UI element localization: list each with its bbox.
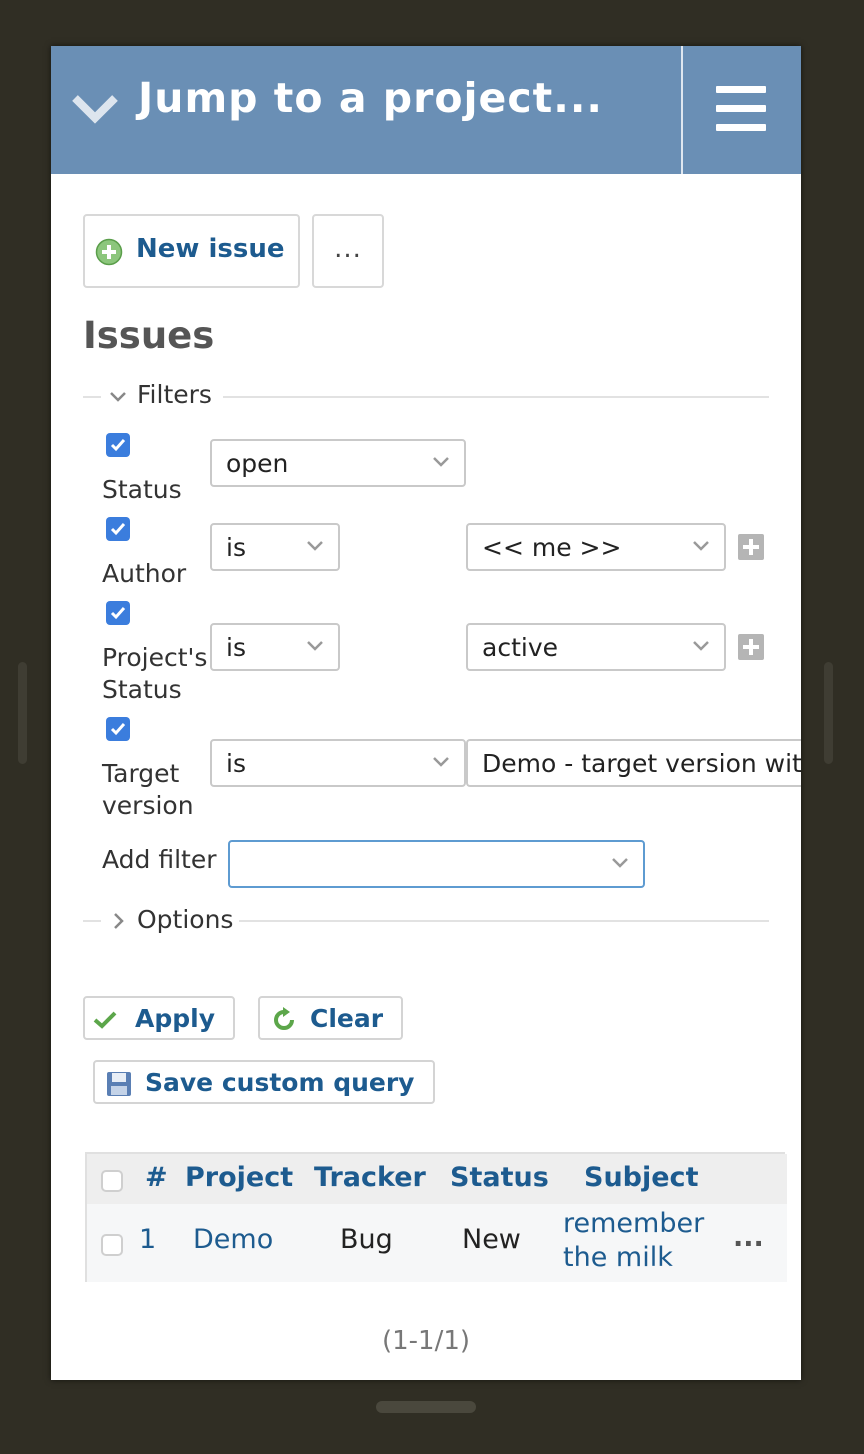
table-header: # Project Tracker Status Subject <box>87 1154 787 1204</box>
label-line: Status <box>102 675 182 704</box>
column-header-id[interactable]: # <box>145 1162 168 1193</box>
project-jump-title[interactable]: Jump to a project... <box>138 74 603 122</box>
filter-target-version-value-select[interactable]: Demo - target version with a long name <box>466 739 801 787</box>
side-button-left <box>18 662 27 764</box>
label-line: Target <box>102 759 180 788</box>
chevron-down-icon <box>307 641 323 651</box>
subject-link[interactable]: remember the milk <box>563 1207 704 1275</box>
chevron-down-icon[interactable] <box>109 388 127 406</box>
hamburger-icon[interactable] <box>716 86 766 132</box>
filter-author-checkbox[interactable] <box>106 517 130 541</box>
column-header-subject[interactable]: Subject <box>584 1162 698 1193</box>
more-actions-button[interactable]: ... <box>312 214 384 288</box>
ellipsis-icon: ... <box>334 234 362 264</box>
row-checkbox[interactable] <box>101 1234 123 1256</box>
chevron-down-icon <box>612 858 628 868</box>
select-value: is <box>226 633 246 662</box>
header-divider <box>681 46 683 174</box>
fieldset-border <box>83 920 101 922</box>
table-row: 1 Demo Bug New remember the milk ... <box>87 1204 787 1282</box>
label-line: version <box>102 791 194 820</box>
chevron-down-icon <box>433 457 449 467</box>
column-header-status[interactable]: Status <box>450 1162 549 1193</box>
fieldset-border <box>83 396 101 398</box>
fieldset-border <box>239 920 769 922</box>
options-legend[interactable]: Options <box>137 905 233 934</box>
filter-author-label: Author <box>102 559 187 588</box>
select-value: is <box>226 749 246 778</box>
select-value: open <box>226 449 289 478</box>
filter-target-version-checkbox[interactable] <box>106 717 130 741</box>
filter-project-status-value-select[interactable]: active <box>466 623 726 671</box>
page-title: Issues <box>83 314 215 357</box>
side-button-right <box>824 662 833 764</box>
filter-status-operator-select[interactable]: open <box>210 439 466 487</box>
issues-table: # Project Tracker Status Subject 1 Demo … <box>85 1152 787 1282</box>
column-header-tracker[interactable]: Tracker <box>314 1162 426 1193</box>
chevron-down-icon <box>693 541 709 551</box>
issue-id-link[interactable]: 1 <box>139 1224 156 1255</box>
tracker-cell: Bug <box>340 1224 393 1255</box>
filter-project-status-checkbox[interactable] <box>106 601 130 625</box>
chevron-down-icon <box>433 757 449 767</box>
app-screen: Jump to a project... New issue ... Issue… <box>51 46 801 1380</box>
new-issue-button[interactable]: New issue <box>83 214 300 288</box>
new-issue-label: New issue <box>136 234 285 264</box>
reload-icon <box>274 1007 294 1030</box>
chevron-down-icon <box>693 641 709 651</box>
select-all-checkbox[interactable] <box>101 1170 123 1192</box>
select-value: << me >> <box>482 533 622 562</box>
filter-project-status-label: Project's Status <box>102 642 207 706</box>
status-cell: New <box>462 1224 521 1255</box>
filter-project-status-operator-select[interactable]: is <box>210 623 340 671</box>
filter-status-checkbox[interactable] <box>106 433 130 457</box>
row-actions-ellipsis-icon[interactable]: ... <box>733 1222 764 1253</box>
select-value: Demo - target version with a long name <box>482 749 801 778</box>
pagination-info: (1-1/1) <box>381 1326 471 1356</box>
label-line: Project's <box>102 643 208 672</box>
filter-target-version-label: Target version <box>102 758 194 822</box>
subject-line: remember <box>563 1208 705 1239</box>
clear-label: Clear <box>310 1004 384 1033</box>
select-value: is <box>226 533 246 562</box>
home-indicator <box>376 1401 476 1413</box>
subject-line: the milk <box>563 1242 673 1273</box>
select-value: active <box>482 633 558 662</box>
apply-button[interactable]: Apply <box>83 996 235 1040</box>
toggle-multiselect-icon[interactable] <box>738 634 764 660</box>
add-filter-select[interactable] <box>228 840 645 888</box>
fieldset-border <box>223 396 769 398</box>
column-header-project[interactable]: Project <box>185 1162 293 1193</box>
chevron-down-icon[interactable] <box>71 92 119 126</box>
clear-button[interactable]: Clear <box>258 996 403 1040</box>
add-filter-label: Add filter <box>102 845 217 874</box>
filter-target-version-operator-select[interactable]: is <box>210 739 466 787</box>
chevron-down-icon <box>307 541 323 551</box>
top-header: Jump to a project... <box>51 46 801 174</box>
filter-status-label: Status <box>102 475 182 504</box>
filter-author-value-select[interactable]: << me >> <box>466 523 726 571</box>
filters-legend[interactable]: Filters <box>137 380 212 409</box>
save-query-label: Save custom query <box>145 1068 415 1097</box>
apply-label: Apply <box>135 1004 216 1033</box>
filter-author-operator-select[interactable]: is <box>210 523 340 571</box>
save-disk-icon <box>107 1072 131 1096</box>
chevron-right-icon[interactable] <box>109 912 127 930</box>
add-circle-icon <box>95 238 123 266</box>
project-link[interactable]: Demo <box>193 1224 273 1255</box>
save-custom-query-button[interactable]: Save custom query <box>93 1060 435 1104</box>
toggle-multiselect-icon[interactable] <box>738 534 764 560</box>
checkmark-icon <box>93 1011 117 1029</box>
